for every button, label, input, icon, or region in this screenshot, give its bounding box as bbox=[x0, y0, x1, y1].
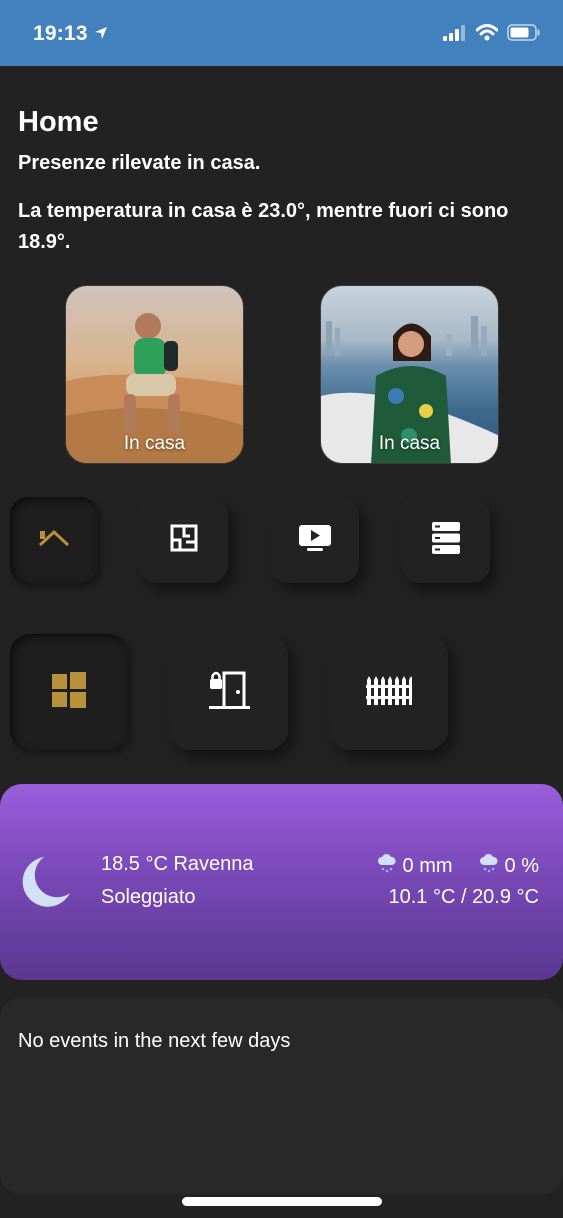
weather-card[interactable] bbox=[0, 784, 563, 980]
status-icons bbox=[443, 24, 541, 46]
home-roof-icon bbox=[38, 528, 70, 553]
home-indicator[interactable] bbox=[182, 1197, 382, 1206]
window-icon bbox=[51, 671, 87, 714]
person-status-1: In casa bbox=[123, 433, 186, 454]
rain-probability-icon bbox=[479, 853, 499, 879]
rain-cloud-icon bbox=[377, 853, 397, 879]
clock-text: 19:13 bbox=[33, 22, 88, 45]
nav-server-button[interactable] bbox=[402, 497, 490, 583]
floorplan-icon bbox=[170, 524, 198, 557]
weather-condition: Soleggiato bbox=[101, 886, 196, 908]
wifi-icon bbox=[475, 24, 499, 46]
nav-floorplan-button[interactable] bbox=[140, 497, 228, 583]
tv-play-icon bbox=[298, 524, 332, 557]
person-status-2: In casa bbox=[378, 433, 441, 454]
page-title: Home bbox=[18, 106, 99, 138]
status-time: 19:13 bbox=[33, 22, 108, 46]
person-card-1[interactable]: In casa bbox=[65, 285, 244, 464]
server-icon bbox=[431, 521, 461, 560]
weather-temperature-location: 18.5 °C Ravenna bbox=[101, 853, 254, 875]
signal-icon bbox=[443, 24, 467, 46]
fence-icon bbox=[366, 674, 412, 711]
person-card-2[interactable]: In casa bbox=[320, 285, 499, 464]
battery-icon bbox=[507, 24, 541, 46]
events-empty-text: No events in the next few days bbox=[18, 1030, 291, 1052]
moon-icon bbox=[22, 855, 72, 914]
status-bar: 19:13 bbox=[0, 0, 563, 66]
nav-home-button[interactable] bbox=[10, 497, 98, 583]
precipitation-probability: 0 % bbox=[504, 854, 539, 877]
precipitation-amount: 0 mm bbox=[402, 854, 453, 877]
location-arrow-icon bbox=[94, 22, 108, 46]
door-lock-icon bbox=[208, 670, 250, 715]
nav-gates-button[interactable] bbox=[330, 634, 448, 750]
weather-precipitation: 0 mm 0 % bbox=[377, 853, 539, 879]
weather-temp-range: 10.1 °C / 20.9 °C bbox=[388, 886, 539, 908]
nav-windows-button[interactable] bbox=[10, 634, 128, 750]
nav-doors-button[interactable] bbox=[170, 634, 288, 750]
presence-status-text: Presenze rilevate in casa. bbox=[18, 152, 261, 174]
calendar-events-card[interactable] bbox=[0, 998, 563, 1194]
temperature-summary-text: La temperatura in casa è 23.0°, mentre f… bbox=[18, 200, 509, 253]
nav-media-button[interactable] bbox=[271, 497, 359, 583]
